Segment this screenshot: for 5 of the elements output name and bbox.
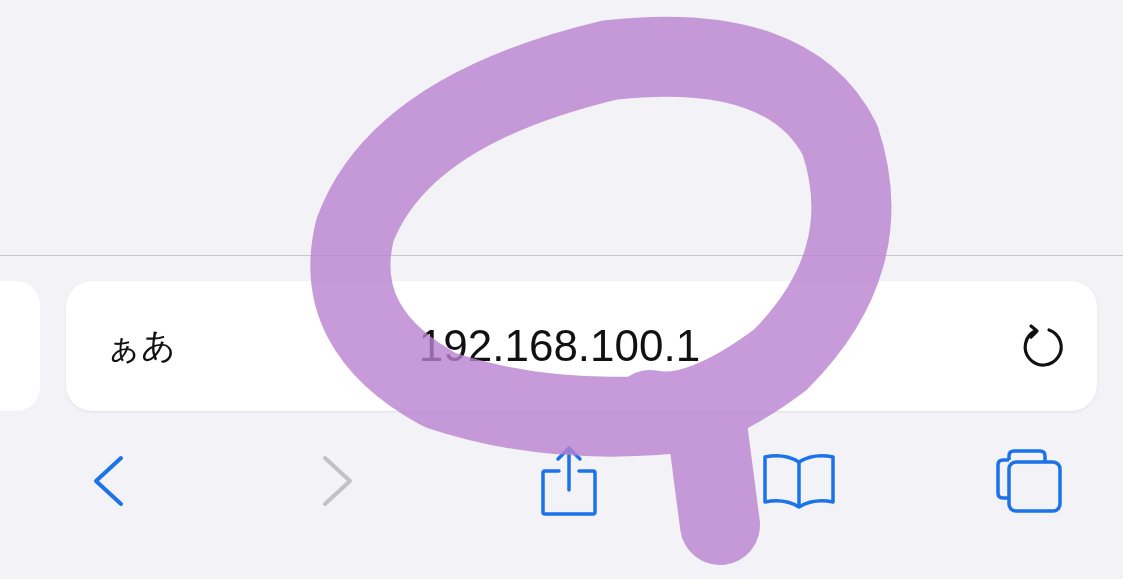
format-button[interactable]: ぁあ	[102, 319, 180, 373]
book-icon[interactable]	[761, 452, 836, 510]
url-text: 192.168.100.1	[417, 321, 702, 371]
back-icon[interactable]	[91, 455, 125, 507]
tabs-icon[interactable]	[995, 448, 1063, 514]
